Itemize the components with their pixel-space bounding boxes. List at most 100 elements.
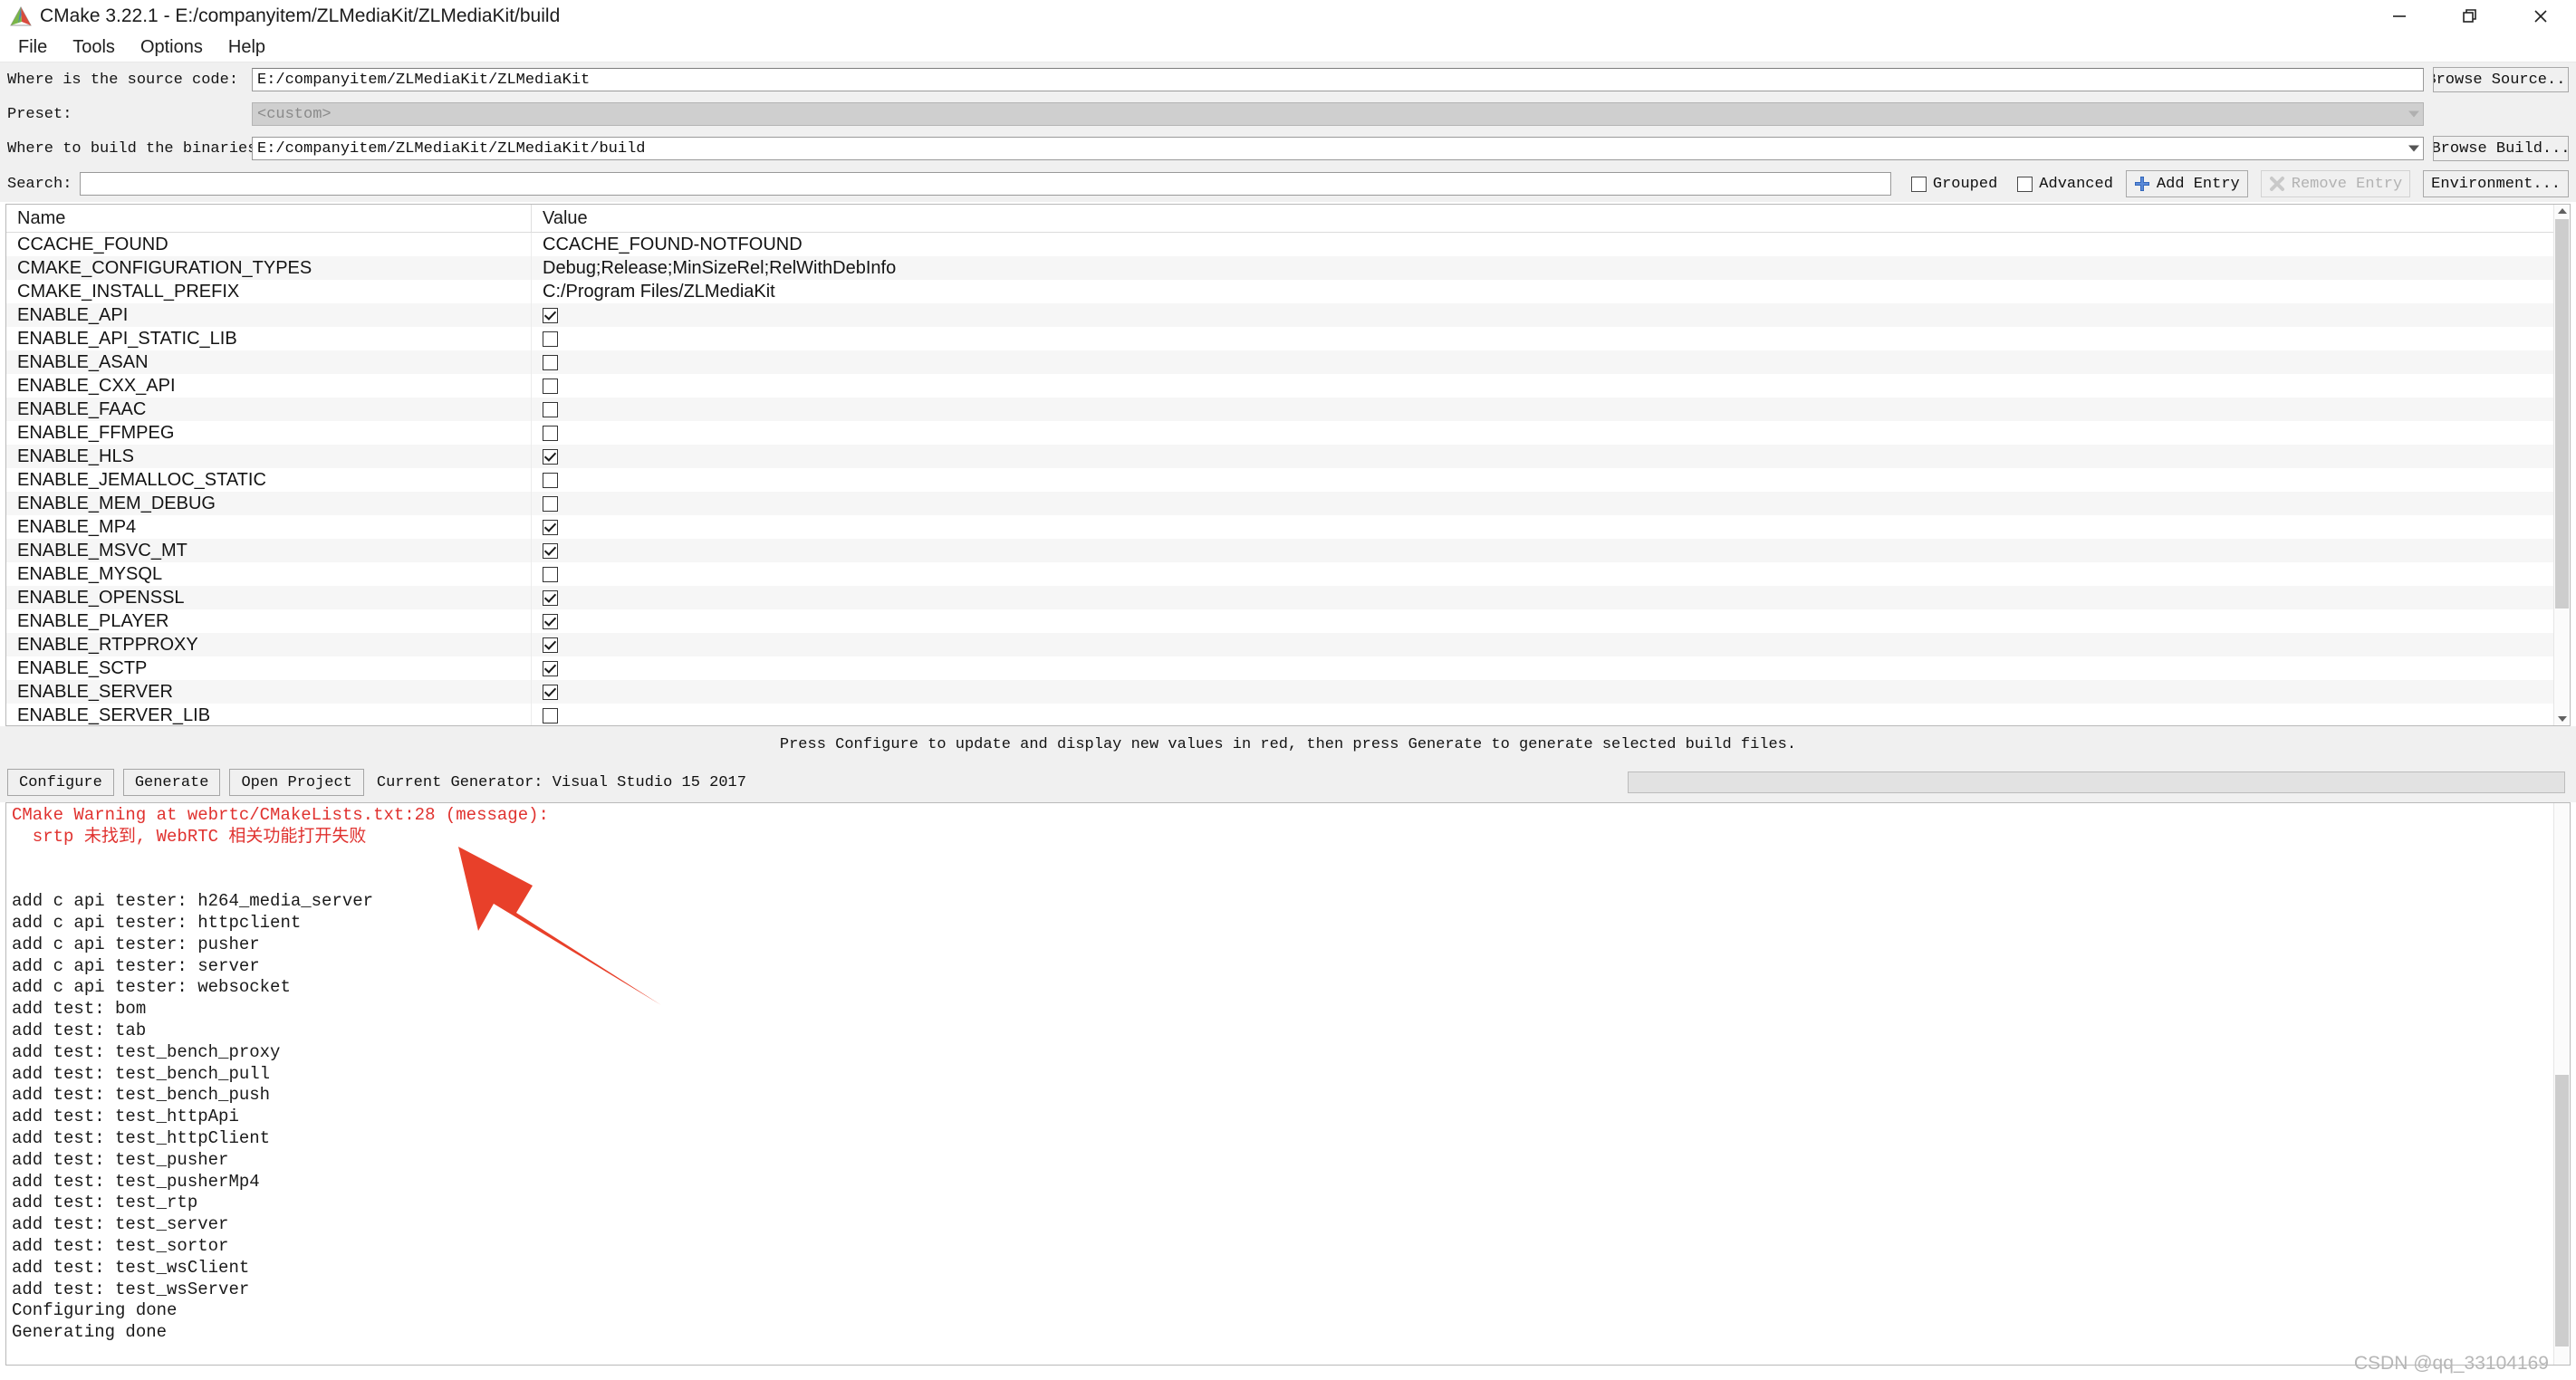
browse-build-button[interactable]: Browse Build... bbox=[2433, 136, 2569, 161]
table-row[interactable]: CCACHE_FOUND CCACHE_FOUND-NOTFOUND bbox=[6, 233, 2570, 256]
configure-button[interactable]: Configure bbox=[7, 769, 114, 796]
build-path-combobox[interactable]: E:/companyitem/ZLMediaKit/ZLMediaKit/bui… bbox=[252, 137, 2424, 160]
column-header-name[interactable]: Name bbox=[6, 205, 532, 232]
preset-row: Preset: <custom> bbox=[0, 97, 2576, 131]
environment-button[interactable]: Environment... bbox=[2423, 170, 2569, 197]
cache-variable-value[interactable] bbox=[532, 445, 2570, 468]
cache-variable-value[interactable]: C:/Program Files/ZLMediaKit bbox=[532, 280, 2570, 303]
output-log-panel[interactable]: CMake Warning at webrtc/CMakeLists.txt:2… bbox=[5, 802, 2571, 1366]
table-row[interactable]: ENABLE_PLAYER bbox=[6, 609, 2570, 633]
value-checkbox-icon[interactable] bbox=[543, 425, 558, 441]
add-entry-button[interactable]: Add Entry bbox=[2125, 170, 2248, 197]
cache-variable-value[interactable] bbox=[532, 398, 2570, 421]
table-row[interactable]: ENABLE_ASAN bbox=[6, 350, 2570, 374]
search-input[interactable] bbox=[80, 172, 1891, 196]
value-checkbox-icon[interactable] bbox=[543, 589, 558, 606]
value-checkbox-icon[interactable] bbox=[543, 378, 558, 394]
cache-variable-value[interactable] bbox=[532, 562, 2570, 586]
cache-variable-value[interactable] bbox=[532, 656, 2570, 680]
value-checkbox-icon[interactable] bbox=[543, 684, 558, 700]
value-checkbox-icon[interactable] bbox=[543, 448, 558, 465]
cache-variable-value[interactable] bbox=[532, 704, 2570, 725]
grouped-checkbox[interactable]: Grouped bbox=[1910, 176, 1997, 193]
value-checkbox-icon[interactable] bbox=[543, 542, 558, 559]
table-row[interactable]: ENABLE_SERVER bbox=[6, 680, 2570, 704]
value-checkbox-icon[interactable] bbox=[543, 707, 558, 724]
cache-variable-value[interactable] bbox=[532, 633, 2570, 656]
scrollbar-thumb[interactable] bbox=[2555, 1075, 2569, 1346]
value-checkbox-icon[interactable] bbox=[543, 401, 558, 417]
table-row[interactable]: ENABLE_SCTP bbox=[6, 656, 2570, 680]
table-row[interactable]: ENABLE_API bbox=[6, 303, 2570, 327]
cache-variable-value[interactable] bbox=[532, 303, 2570, 327]
value-checkbox-icon[interactable] bbox=[543, 566, 558, 582]
value-checkbox-icon[interactable] bbox=[543, 637, 558, 653]
table-row[interactable]: ENABLE_MSVC_MT bbox=[6, 539, 2570, 562]
open-project-button[interactable]: Open Project bbox=[229, 769, 364, 796]
table-row[interactable]: ENABLE_RTPPROXY bbox=[6, 633, 2570, 656]
table-row[interactable]: CMAKE_CONFIGURATION_TYPES Debug;Release;M… bbox=[6, 256, 2570, 280]
table-row[interactable]: ENABLE_MYSQL bbox=[6, 562, 2570, 586]
cache-variable-value[interactable] bbox=[532, 492, 2570, 515]
close-icon[interactable] bbox=[2505, 0, 2576, 33]
value-checkbox-icon[interactable] bbox=[543, 495, 558, 512]
table-row[interactable]: ENABLE_MP4 bbox=[6, 515, 2570, 539]
cache-variable-value[interactable] bbox=[532, 327, 2570, 350]
cache-variable-value[interactable] bbox=[532, 680, 2570, 704]
progress-bar bbox=[1628, 771, 2565, 793]
restore-icon[interactable] bbox=[2435, 0, 2505, 33]
scrollbar-thumb[interactable] bbox=[2555, 219, 2569, 609]
value-checkbox-icon[interactable] bbox=[543, 660, 558, 676]
cache-variable-value[interactable] bbox=[532, 539, 2570, 562]
cache-variable-name: ENABLE_RTPPROXY bbox=[6, 633, 532, 656]
table-row[interactable]: ENABLE_CXX_API bbox=[6, 374, 2570, 398]
cache-variable-value[interactable] bbox=[532, 609, 2570, 633]
cache-variable-value[interactable] bbox=[532, 586, 2570, 609]
log-line: add test: tab bbox=[12, 1020, 147, 1040]
menu-item-help[interactable]: Help bbox=[216, 34, 278, 61]
table-row[interactable]: ENABLE_SERVER_LIB bbox=[6, 704, 2570, 725]
table-row[interactable]: ENABLE_FAAC bbox=[6, 398, 2570, 421]
value-checkbox-icon[interactable] bbox=[543, 613, 558, 629]
scroll-up-arrow-icon[interactable] bbox=[2557, 208, 2567, 214]
remove-entry-button[interactable]: Remove Entry bbox=[2260, 170, 2411, 197]
table-row[interactable]: CMAKE_INSTALL_PREFIX C:/Program Files/ZLM… bbox=[6, 280, 2570, 303]
table-vertical-scrollbar[interactable] bbox=[2553, 205, 2570, 725]
cache-variable-value[interactable] bbox=[532, 350, 2570, 374]
value-checkbox-icon[interactable] bbox=[543, 472, 558, 488]
menu-item-file[interactable]: File bbox=[5, 34, 60, 61]
value-checkbox-icon[interactable] bbox=[543, 354, 558, 370]
preset-combobox[interactable]: <custom> bbox=[252, 102, 2424, 126]
value-checkbox-icon[interactable] bbox=[543, 307, 558, 323]
advanced-label: Advanced bbox=[2039, 175, 2113, 193]
add-entry-label: Add Entry bbox=[2156, 175, 2240, 193]
table-row[interactable]: ENABLE_JEMALLOC_STATIC bbox=[6, 468, 2570, 492]
value-checkbox-icon[interactable] bbox=[543, 331, 558, 347]
minimize-icon[interactable] bbox=[2364, 0, 2435, 33]
log-vertical-scrollbar[interactable] bbox=[2553, 803, 2570, 1365]
cache-variable-value[interactable] bbox=[532, 421, 2570, 445]
generate-button[interactable]: Generate bbox=[122, 769, 221, 796]
preset-selected-value: <custom> bbox=[257, 105, 332, 123]
cache-variable-value[interactable] bbox=[532, 515, 2570, 539]
menu-item-tools[interactable]: Tools bbox=[60, 34, 128, 61]
value-checkbox-icon[interactable] bbox=[543, 519, 558, 535]
table-row[interactable]: ENABLE_OPENSSL bbox=[6, 586, 2570, 609]
table-row[interactable]: ENABLE_FFMPEG bbox=[6, 421, 2570, 445]
path-form: Where is the source code: E:/companyitem… bbox=[0, 62, 2576, 202]
cache-variable-value[interactable]: Debug;Release;MinSizeRel;RelWithDebInfo bbox=[532, 256, 2570, 280]
log-line: add test: test_bench_proxy bbox=[12, 1041, 281, 1062]
browse-source-button[interactable]: Browse Source... bbox=[2433, 67, 2569, 92]
cache-variable-value[interactable]: CCACHE_FOUND-NOTFOUND bbox=[532, 233, 2570, 256]
scroll-down-arrow-icon[interactable] bbox=[2557, 716, 2567, 722]
advanced-checkbox[interactable]: Advanced bbox=[2017, 176, 2113, 193]
menu-item-options[interactable]: Options bbox=[128, 34, 216, 61]
column-header-value[interactable]: Value bbox=[532, 205, 2570, 232]
table-row[interactable]: ENABLE_HLS bbox=[6, 445, 2570, 468]
source-path-input[interactable]: E:/companyitem/ZLMediaKit/ZLMediaKit bbox=[252, 68, 2424, 91]
table-row[interactable]: ENABLE_API_STATIC_LIB bbox=[6, 327, 2570, 350]
cache-variable-value[interactable] bbox=[532, 374, 2570, 398]
table-row[interactable]: ENABLE_MEM_DEBUG bbox=[6, 492, 2570, 515]
cache-variable-value[interactable] bbox=[532, 468, 2570, 492]
table-body: CCACHE_FOUND CCACHE_FOUND-NOTFOUND CMAKE_C… bbox=[6, 233, 2570, 725]
